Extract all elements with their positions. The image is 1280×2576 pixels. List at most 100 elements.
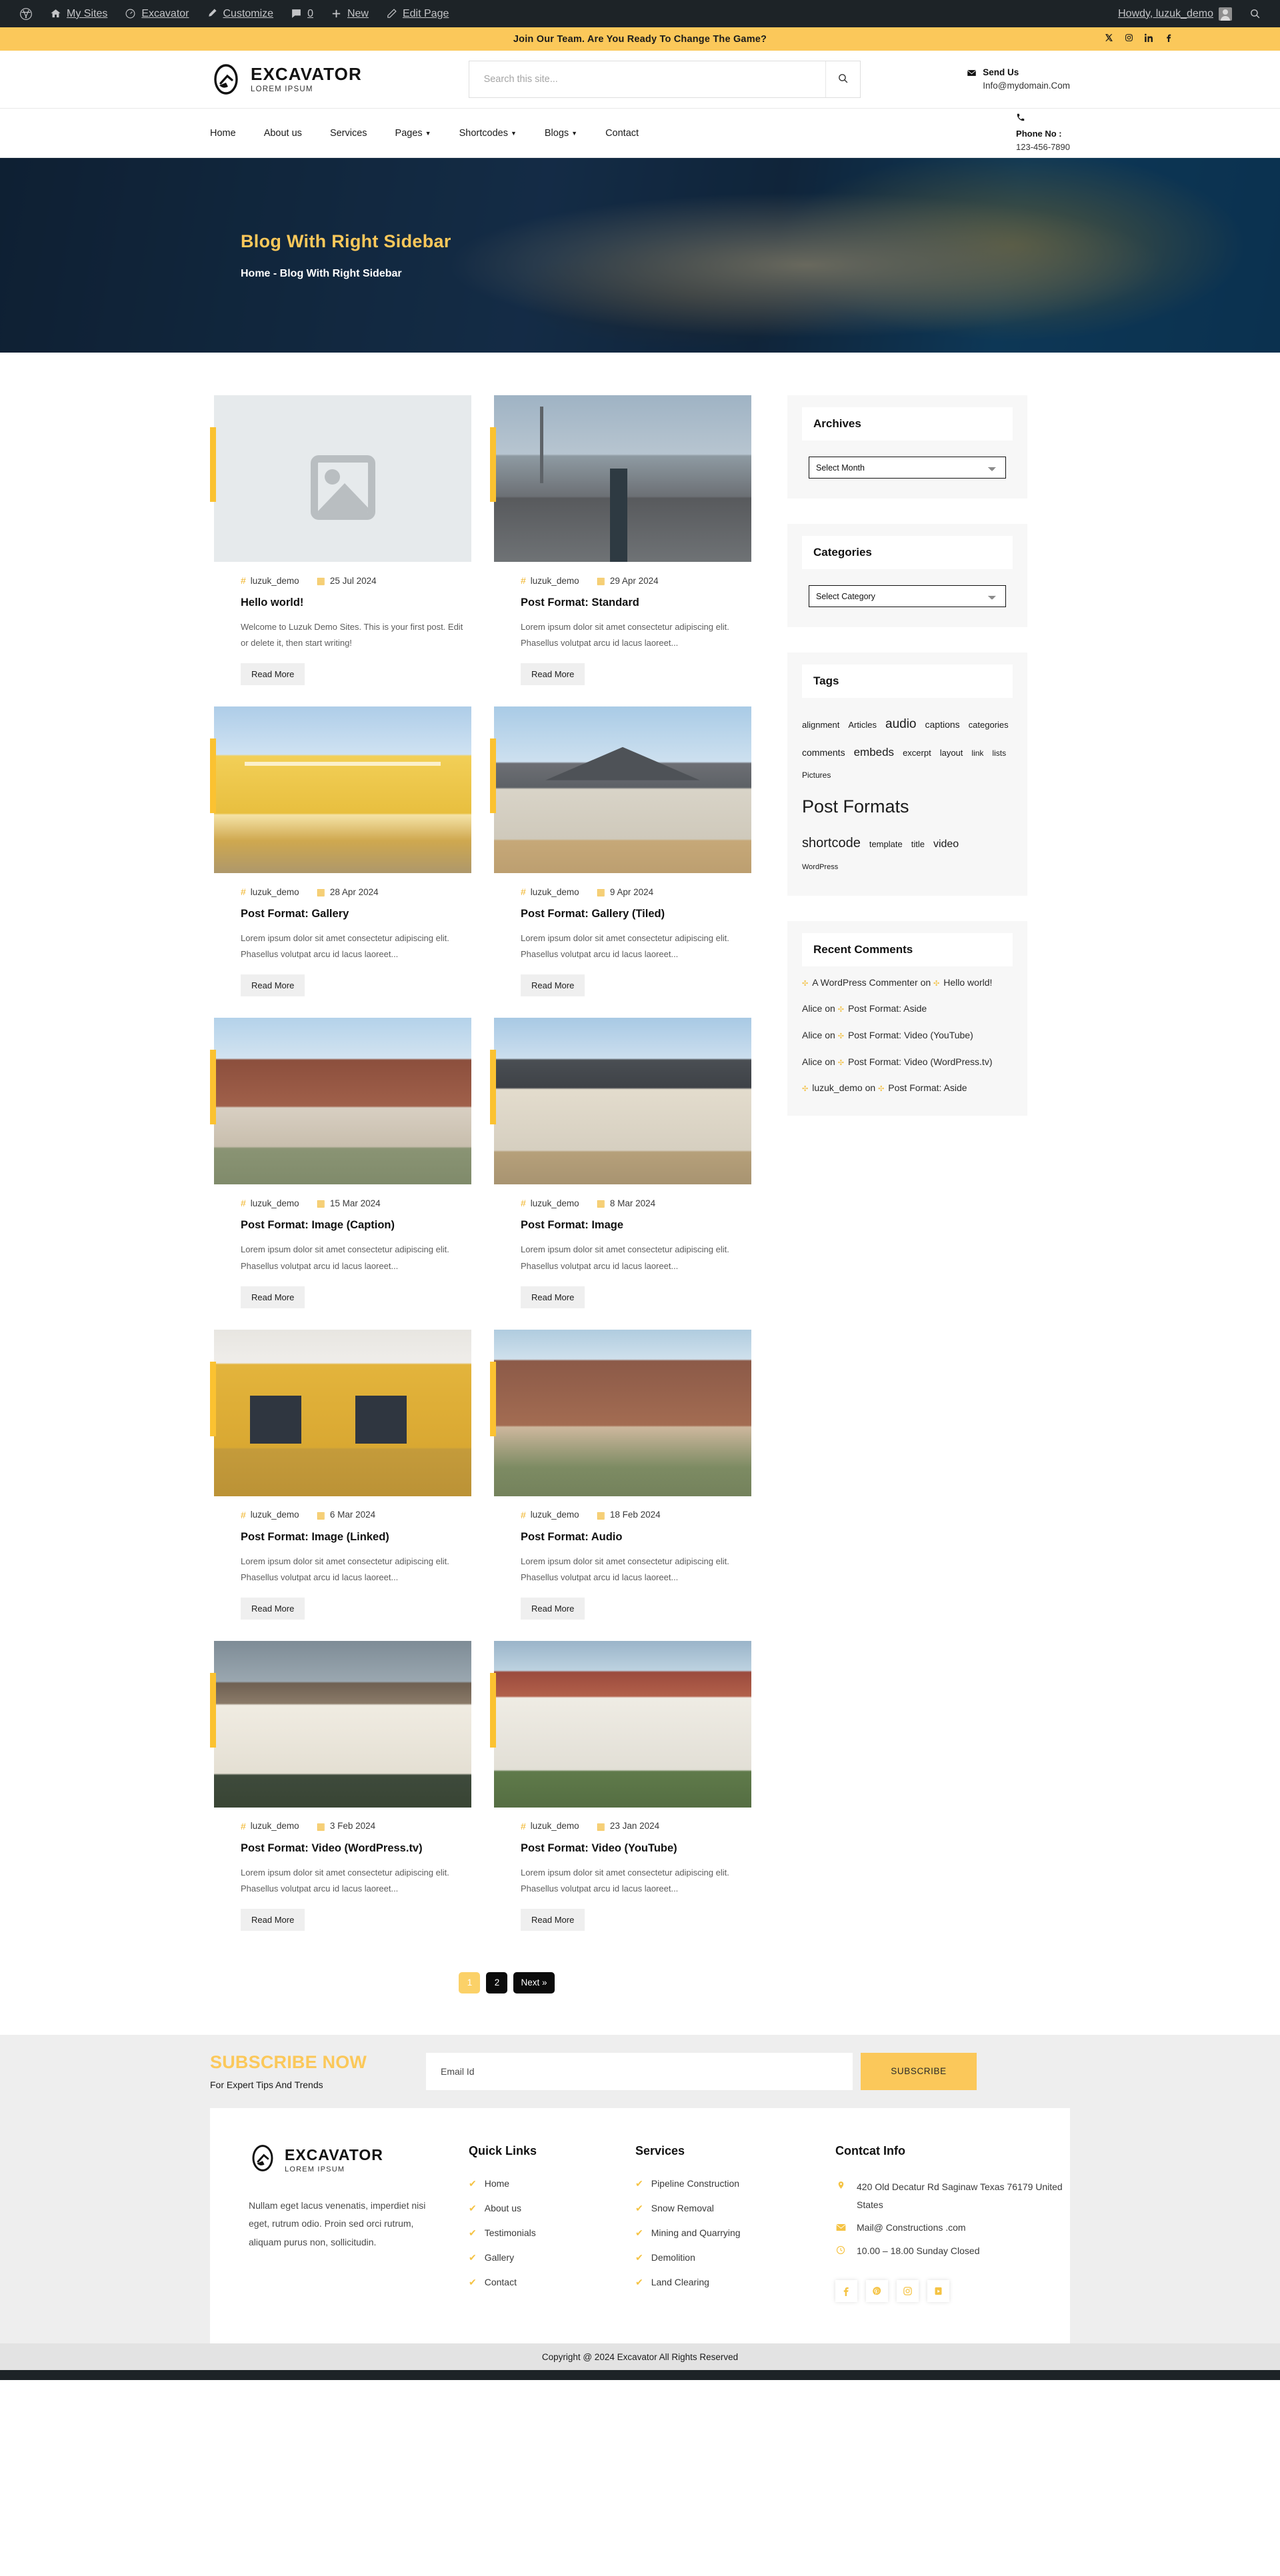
categories-select[interactable]: Select Category <box>809 585 1006 607</box>
footer-link-label[interactable]: Contact <box>485 2277 517 2287</box>
read-more-button[interactable]: Read More <box>241 663 305 686</box>
post-title[interactable]: Post Format: Image (Linked) <box>241 1530 471 1545</box>
tag-link[interactable]: audio <box>885 711 917 738</box>
footer-link-label[interactable]: Mining and Quarrying <box>651 2227 741 2238</box>
footer-link-item[interactable]: ✔ Pipeline Construction <box>635 2178 835 2189</box>
post-thumbnail[interactable] <box>494 1018 751 1202</box>
tag-link[interactable]: video <box>933 833 959 856</box>
post-title[interactable]: Post Format: Gallery <box>241 906 471 922</box>
post-title[interactable]: Post Format: Video (WordPress.tv) <box>241 1841 471 1856</box>
read-more-button[interactable]: Read More <box>521 663 585 686</box>
post-card[interactable]: # luzuk_demo ▦ 29 Apr 2024 Post Format: St… <box>490 395 751 686</box>
read-more-button[interactable]: Read More <box>241 1597 305 1620</box>
tag-link[interactable]: alignment <box>802 716 839 734</box>
read-more-button[interactable]: Read More <box>521 1597 585 1620</box>
howdy-account-button[interactable]: Howdy, luzuk_demo <box>1109 0 1241 27</box>
comment-author[interactable]: luzuk_demo <box>812 1082 863 1093</box>
youtube-icon[interactable] <box>927 2280 949 2303</box>
post-title[interactable]: Post Format: Audio <box>521 1530 751 1545</box>
post-thumbnail[interactable] <box>494 1640 751 1825</box>
post-thumbnail[interactable] <box>214 1640 471 1825</box>
footer-link-label[interactable]: Snow Removal <box>651 2203 714 2213</box>
tag-link[interactable]: WordPress <box>802 860 1013 875</box>
facebook-icon[interactable] <box>835 2280 857 2303</box>
pinterest-icon[interactable] <box>866 2280 888 2303</box>
read-more-button[interactable]: Read More <box>241 1286 305 1308</box>
comment-author[interactable]: A WordPress Commenter <box>812 977 917 988</box>
post-thumbnail[interactable] <box>494 395 751 579</box>
comments-button[interactable]: 0 <box>282 0 322 27</box>
read-more-button[interactable]: Read More <box>241 974 305 997</box>
nav-item-pages[interactable]: Pages ▼ <box>381 128 445 139</box>
post-thumbnail[interactable] <box>494 706 751 891</box>
post-card[interactable]: # luzuk_demo ▦ 15 Mar 2024 Post Format: Im… <box>210 1018 471 1308</box>
tag-link[interactable]: layout <box>940 744 963 762</box>
post-card[interactable]: # luzuk_demo ▦ 8 Mar 2024 Post Format: Ima… <box>490 1018 751 1308</box>
comment-post-link[interactable]: Hello world! <box>943 977 992 988</box>
post-card[interactable]: # luzuk_demo ▦ 25 Jul 2024 Hello world! We… <box>210 395 471 686</box>
post-thumbnail[interactable] <box>494 1329 751 1514</box>
site-name-button[interactable]: Excavator <box>116 0 197 27</box>
post-card[interactable]: # luzuk_demo ▦ 3 Feb 2024 Post Format: Vid… <box>210 1640 471 1931</box>
footer-link-item[interactable]: ✔ Contact <box>469 2277 635 2287</box>
footer-link-item[interactable]: ✔ Demolition <box>635 2252 835 2263</box>
footer-email-item[interactable]: Mail@ Constructions .com <box>835 2219 1069 2238</box>
site-logo[interactable]: EXCAVATOR LOREM IPSUM <box>210 63 362 95</box>
footer-link-label[interactable]: Pipeline Construction <box>651 2178 739 2189</box>
footer-link-item[interactable]: ✔ Mining and Quarrying <box>635 2227 835 2238</box>
post-title[interactable]: Hello world! <box>241 595 471 611</box>
tag-link[interactable]: link <box>971 745 983 762</box>
read-more-button[interactable]: Read More <box>521 1908 585 1931</box>
footer-link-item[interactable]: ✔ About us <box>469 2203 635 2213</box>
post-thumbnail[interactable] <box>214 1018 471 1202</box>
post-card[interactable]: # luzuk_demo ▦ 9 Apr 2024 Post Format: Gal… <box>490 706 751 997</box>
pagination-next-button[interactable]: Next » <box>513 1971 555 1993</box>
footer-link-label[interactable]: Land Clearing <box>651 2277 709 2287</box>
wp-logo-button[interactable] <box>11 0 41 27</box>
read-more-button[interactable]: Read More <box>241 1908 305 1931</box>
footer-link-item[interactable]: ✔ Home <box>469 2178 635 2189</box>
tag-link[interactable]: shortcode <box>802 829 861 857</box>
post-title[interactable]: Post Format: Image (Caption) <box>241 1218 471 1233</box>
pagination-page-2[interactable]: 2 <box>486 1971 508 1993</box>
nav-item-shortcodes[interactable]: Shortcodes ▼ <box>445 128 531 139</box>
facebook-icon[interactable] <box>1165 33 1173 45</box>
customize-button[interactable]: Customize <box>197 0 282 27</box>
footer-link-label[interactable]: Gallery <box>485 2252 514 2263</box>
tag-link[interactable]: Pictures <box>802 767 831 784</box>
nav-item-home[interactable]: Home <box>210 128 250 139</box>
post-thumbnail[interactable] <box>214 1329 471 1514</box>
tag-link[interactable]: comments <box>802 743 845 762</box>
post-thumbnail[interactable] <box>214 395 471 579</box>
read-more-button[interactable]: Read More <box>521 974 585 997</box>
tag-link[interactable]: excerpt <box>903 744 931 762</box>
archives-select[interactable]: Select Month <box>809 457 1006 479</box>
footer-link-label[interactable]: Demolition <box>651 2252 695 2263</box>
nav-item-contact[interactable]: Contact <box>591 128 653 139</box>
footer-link-item[interactable]: ✔ Snow Removal <box>635 2203 835 2213</box>
search-submit-button[interactable] <box>825 61 860 97</box>
new-content-button[interactable]: New <box>322 0 377 27</box>
comment-post-link[interactable]: Post Format: Video (WordPress.tv) <box>848 1056 993 1067</box>
footer-link-item[interactable]: ✔ Land Clearing <box>635 2277 835 2287</box>
post-title[interactable]: Post Format: Video (YouTube) <box>521 1841 751 1856</box>
tag-link[interactable]: Post Formats <box>802 788 1013 826</box>
tag-link[interactable]: Articles <box>848 716 877 734</box>
post-card[interactable]: # luzuk_demo ▦ 28 Apr 2024 Post Format: Ga… <box>210 706 471 997</box>
nav-item-services[interactable]: Services <box>316 128 381 139</box>
post-title[interactable]: Post Format: Gallery (Tiled) <box>521 906 751 922</box>
post-thumbnail[interactable] <box>214 706 471 891</box>
pagination-page-1[interactable]: 1 <box>459 1971 481 1993</box>
subscribe-email-input[interactable] <box>426 2052 853 2090</box>
linkedin-icon[interactable] <box>1144 33 1153 45</box>
tag-link[interactable]: embeds <box>854 740 894 764</box>
comment-post-link[interactable]: Post Format: Aside <box>848 1003 927 1014</box>
twitter-x-icon[interactable] <box>1105 33 1113 45</box>
footer-link-item[interactable]: ✔ Testimonials <box>469 2227 635 2238</box>
read-more-button[interactable]: Read More <box>521 1286 585 1308</box>
post-title[interactable]: Post Format: Image <box>521 1218 751 1233</box>
comment-post-link[interactable]: Post Format: Video (YouTube) <box>848 1030 973 1040</box>
my-sites-button[interactable]: My Sites <box>41 0 116 27</box>
post-card[interactable]: # luzuk_demo ▦ 18 Feb 2024 Post Format: Au… <box>490 1329 751 1620</box>
post-card[interactable]: # luzuk_demo ▦ 23 Jan 2024 Post Format: Vi… <box>490 1640 751 1931</box>
